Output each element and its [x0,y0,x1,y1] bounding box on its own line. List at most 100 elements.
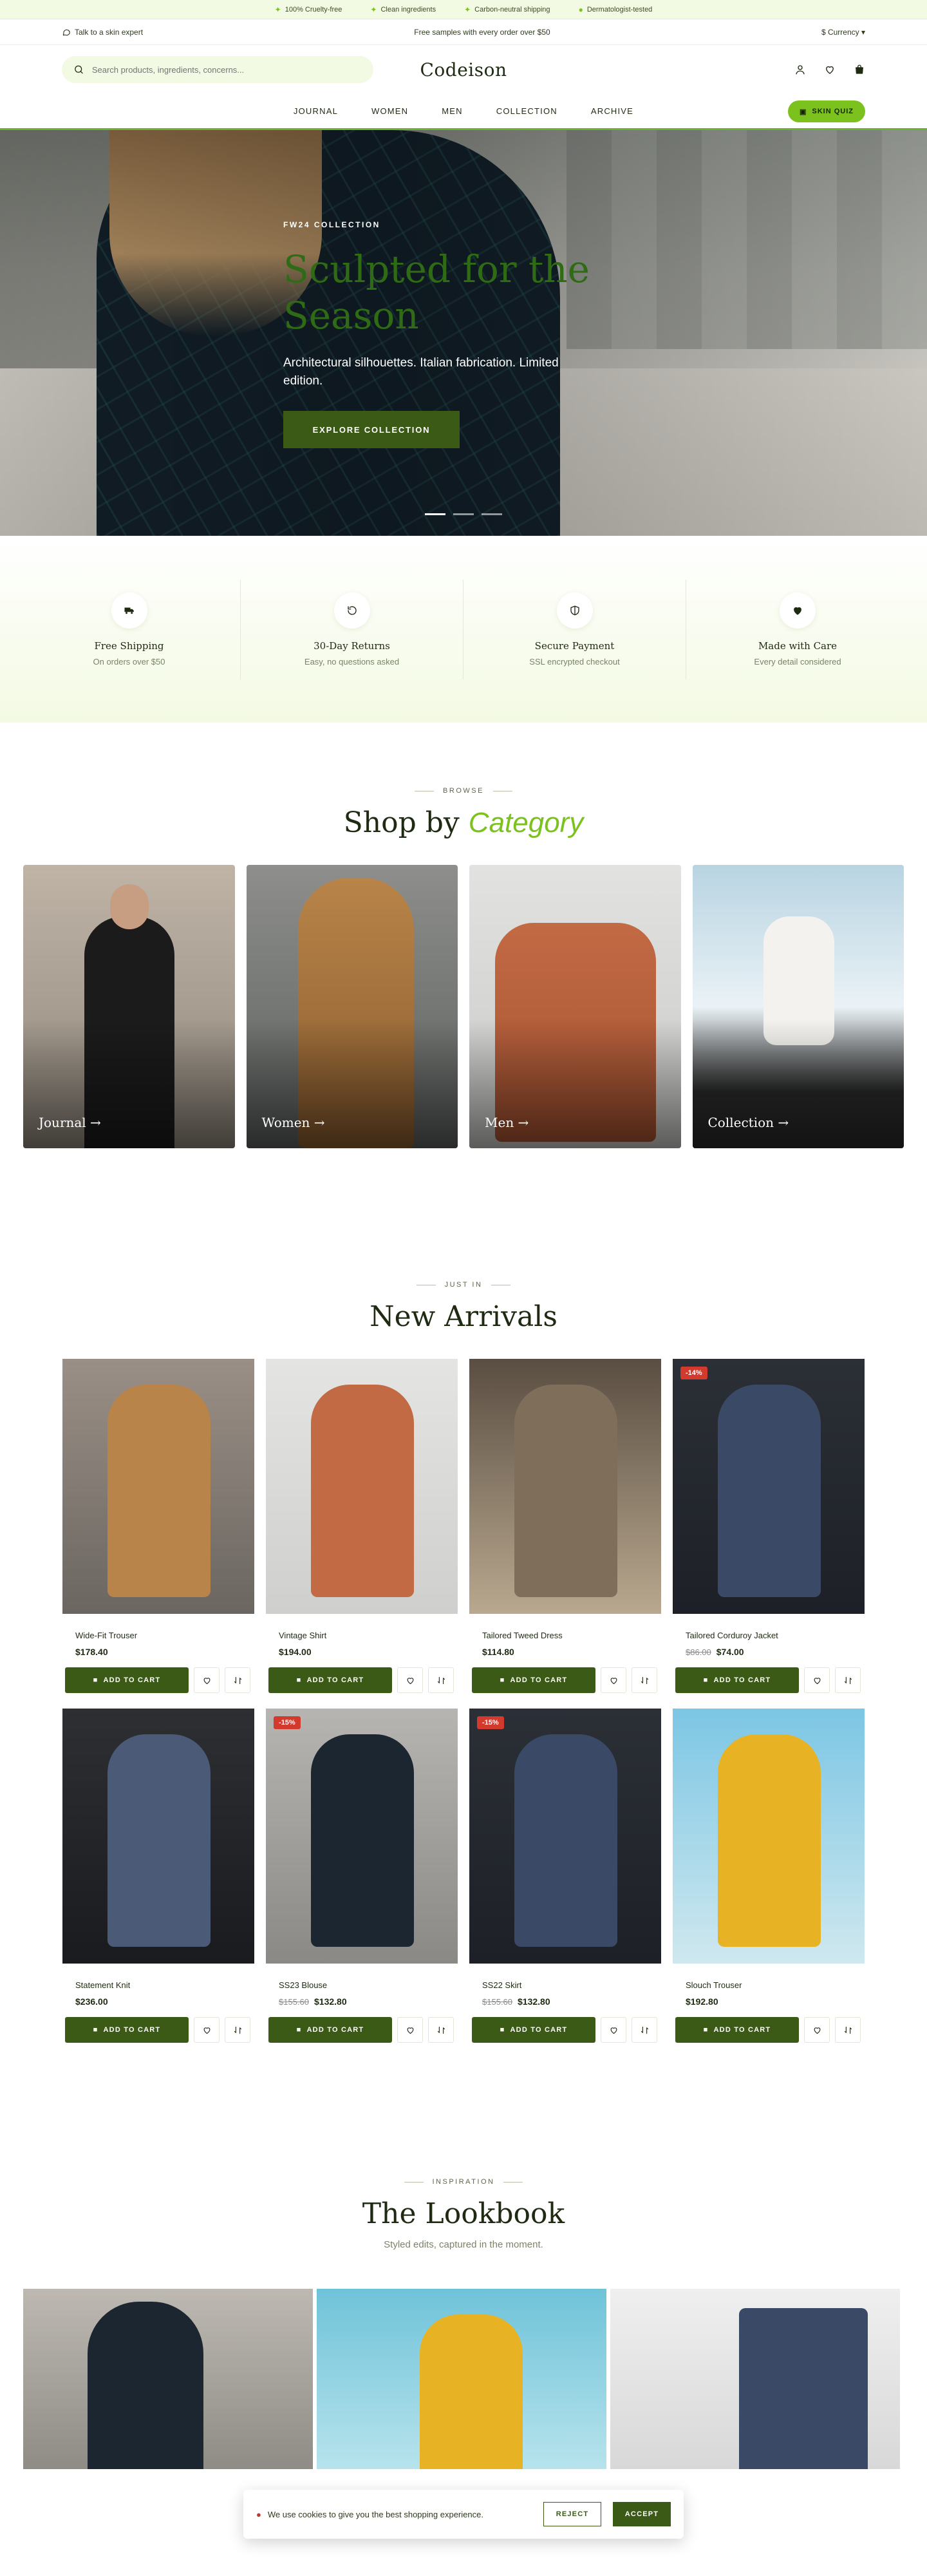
wishlist-button[interactable] [194,1667,220,1693]
nav-men[interactable]: MEN [442,106,463,116]
compare-button[interactable] [835,2017,861,2043]
category-card-journal[interactable]: Journal → [23,865,235,1148]
compare-button[interactable] [428,2017,454,2043]
product-card[interactable]: Tailored Tweed Dress $114.80 ■ ADD TO CART [469,1359,661,1693]
product-card[interactable]: -15% SS22 Skirt $155.60 $132.80 ■ ADD TO CART [469,1709,661,2043]
product-name[interactable]: SS22 Skirt [469,1980,661,1990]
heart-icon [610,1677,617,1684]
product-card[interactable]: Vintage Shirt $194.00 ■ ADD TO CART [266,1359,458,1693]
compare-button[interactable] [632,1667,657,1693]
compare-button[interactable] [428,1667,454,1693]
add-to-cart-button[interactable]: ■ ADD TO CART [675,1667,799,1693]
compare-button[interactable] [632,2017,657,2043]
nav-journal[interactable]: JOURNAL [294,106,338,116]
quiz-icon: ▣ [799,108,807,116]
carousel-dot[interactable] [453,513,474,515]
product-name[interactable]: Slouch Trouser [673,1980,865,1990]
add-to-cart-button[interactable]: ■ ADD TO CART [65,2017,189,2043]
truck-icon [111,592,147,629]
wishlist-icon[interactable] [824,64,836,75]
category-card-men[interactable]: Men → [469,865,681,1148]
product-image-subject [311,1734,414,1947]
add-to-cart-button[interactable]: ■ ADD TO CART [268,1667,392,1693]
product-image[interactable] [266,1359,458,1614]
lookbook-image[interactable] [610,2289,900,2469]
search-input[interactable] [91,64,362,75]
nav-archive[interactable]: ARCHIVE [591,106,633,116]
product-image[interactable] [673,1709,865,1964]
product-card[interactable]: -15% SS23 Blouse $155.60 $132.80 ■ ADD TO CAR… [266,1709,458,2043]
wishlist-button[interactable] [601,1667,626,1693]
product-name[interactable]: SS23 Blouse [266,1980,458,1990]
hero-subtitle: Architectural silhouettes. Italian fabri… [283,356,559,388]
search-box[interactable] [62,56,373,83]
arrivals-title: New Arrivals [370,1300,557,1333]
product-name[interactable]: Wide-Fit Trouser [62,1631,254,1640]
product-card[interactable]: Slouch Trouser $192.80 ■ ADD TO CART [673,1709,865,2043]
product-actions: ■ ADD TO CART [266,2017,458,2043]
product-name[interactable]: Statement Knit [62,1980,254,1990]
product-card[interactable]: Statement Knit $236.00 ■ ADD TO CART [62,1709,254,2043]
add-to-cart-label: ADD TO CART [713,1676,771,1684]
category-label: Men → [485,1115,529,1130]
product-price: $192.80 [673,1996,865,2007]
eyebrow-text: JUST IN [444,1281,483,1289]
reject-cookies-button[interactable]: REJECT [543,2502,601,2526]
accept-cookies-button[interactable]: ACCEPT [613,2502,671,2526]
compare-button[interactable] [225,1667,250,1693]
carousel-dot[interactable] [482,513,502,515]
product-card[interactable]: Wide-Fit Trouser $178.40 ■ ADD TO CART [62,1359,254,1693]
add-to-cart-button[interactable]: ■ ADD TO CART [472,1667,595,1693]
site-header: Codeison [0,45,927,94]
add-to-cart-button[interactable]: ■ ADD TO CART [268,2017,392,2043]
compare-button[interactable] [835,1667,861,1693]
eyebrow-text: INSPIRATION [432,2178,495,2186]
category-card-collection[interactable]: Collection → [692,865,904,1148]
heart-icon [814,1677,820,1684]
wishlist-button[interactable] [804,2017,830,2043]
announce-text: 100% Cruelty-free [285,5,342,14]
header-actions [794,64,865,75]
account-icon[interactable] [794,64,806,75]
product-card[interactable]: -14% Tailored Corduroy Jacket $86.00 $74.00… [673,1359,865,1693]
product-image[interactable]: -15% [469,1709,661,1964]
currency-selector[interactable]: $ Currency ▾ [821,28,865,37]
cookie-icon: ● [256,2509,261,2519]
promo-text: Free samples with every order over $50 [414,27,550,37]
carousel-dot[interactable] [425,513,445,515]
heart-icon [407,2027,413,2034]
wishlist-button[interactable] [194,2017,220,2043]
product-image[interactable] [62,1359,254,1614]
product-image[interactable]: -15% [266,1709,458,1964]
lookbook-image[interactable] [23,2289,313,2469]
product-image[interactable]: -14% [673,1359,865,1614]
product-name[interactable]: Tailored Corduroy Jacket [673,1631,865,1640]
skin-expert-link[interactable]: Talk to a skin expert [62,28,143,37]
skin-quiz-button[interactable]: ▣ SKIN QUIZ [787,100,865,122]
add-to-cart-button[interactable]: ■ ADD TO CART [675,2017,799,2043]
original-price: $86.00 [686,1647,711,1657]
nav-collection[interactable]: COLLECTION [496,106,557,116]
product-image[interactable] [469,1359,661,1614]
wishlist-button[interactable] [397,1667,423,1693]
category-card-women[interactable]: Women → [246,865,458,1148]
explore-collection-button[interactable]: EXPLORE COLLECTION [283,411,460,448]
product-name[interactable]: Vintage Shirt [266,1631,458,1640]
wishlist-button[interactable] [804,1667,830,1693]
wishlist-button[interactable] [601,2017,626,2043]
announce-item: ✦ Clean ingredients [370,5,436,14]
add-to-cart-button[interactable]: ■ ADD TO CART [65,1667,189,1693]
add-to-cart-label: ADD TO CART [713,2026,771,2034]
compare-button[interactable] [225,2017,250,2043]
product-name[interactable]: Tailored Tweed Dress [469,1631,661,1640]
arrivals-section: JUST IN New Arrivals Wide-Fit Trouser $17… [0,1281,927,2043]
site-logo[interactable]: Codeison [420,59,507,80]
add-to-cart-label: ADD TO CART [103,2026,161,2034]
lookbook-image[interactable] [317,2289,606,2469]
wishlist-button[interactable] [397,2017,423,2043]
eyebrow-text: BROWSE [443,787,484,795]
add-to-cart-button[interactable]: ■ ADD TO CART [472,2017,595,2043]
cart-icon[interactable] [854,64,865,75]
nav-women[interactable]: WOMEN [371,106,408,116]
product-image[interactable] [62,1709,254,1964]
